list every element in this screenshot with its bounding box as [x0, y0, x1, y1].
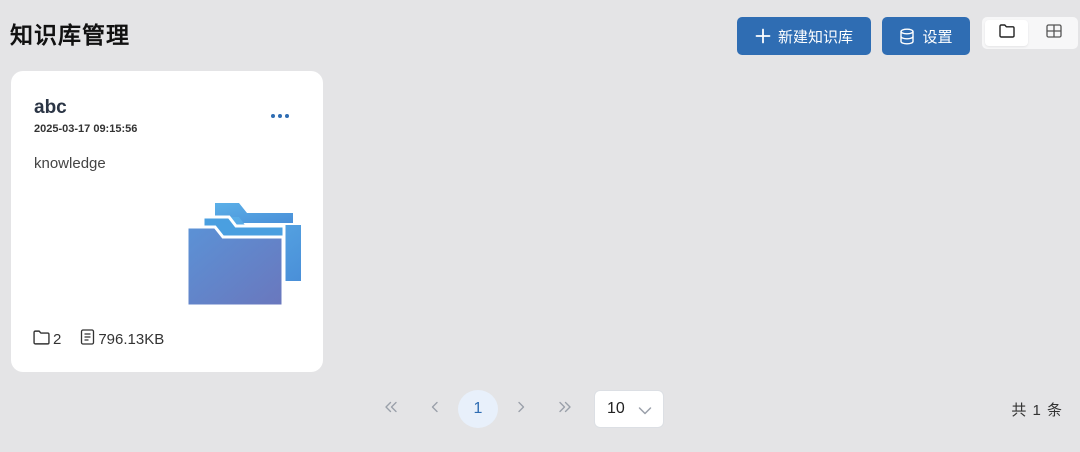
double-chevron-right-icon — [558, 400, 572, 418]
grid-icon — [1045, 23, 1062, 43]
folder-icon — [33, 329, 53, 349]
chevron-down-icon — [638, 403, 652, 421]
database-icon — [899, 28, 915, 45]
knowledge-base-description: knowledge — [34, 155, 106, 172]
knowledge-base-created-time: 2025-03-17 09:15:56 — [34, 123, 138, 135]
folders-icon — [185, 203, 301, 312]
knowledge-base-name: abc — [34, 97, 67, 118]
page-size-select[interactable]: 10 — [594, 390, 664, 428]
last-page-button[interactable] — [552, 390, 578, 428]
total-count: 共 1 条 — [1011, 401, 1063, 419]
chevron-right-icon — [517, 400, 525, 418]
more-icon[interactable] — [267, 107, 293, 125]
prev-page-button[interactable] — [424, 390, 446, 428]
first-page-button[interactable] — [378, 390, 404, 428]
next-page-button[interactable] — [510, 390, 532, 428]
chevron-left-icon — [431, 400, 439, 418]
knowledge-base-page: 知识库管理 新建知识库 设置 abc 2025-03-17 09:15:56 k… — [0, 0, 1080, 452]
page-size-value: 10 — [607, 400, 625, 417]
grid-view-button[interactable] — [1032, 20, 1075, 46]
folder-view-button[interactable] — [985, 20, 1028, 46]
double-chevron-left-icon — [384, 400, 398, 418]
storage-size: 796.13KB — [98, 330, 165, 348]
knowledge-base-stats: 2 796.13KB — [33, 329, 164, 349]
new-knowledge-base-button[interactable]: 新建知识库 — [737, 17, 871, 55]
file-count-stat: 2 — [33, 329, 62, 349]
pagination: 1 10 共 1 条 — [0, 390, 1080, 428]
settings-label: 设置 — [922, 28, 953, 46]
knowledge-base-card[interactable]: abc 2025-03-17 09:15:56 knowledge 2 796.… — [11, 71, 323, 372]
page-number-button[interactable]: 1 — [458, 390, 498, 428]
view-mode-toggle — [982, 17, 1078, 49]
size-stat: 796.13KB — [80, 329, 164, 349]
folder-icon — [998, 23, 1015, 43]
page-title: 知识库管理 — [10, 22, 130, 48]
settings-button[interactable]: 设置 — [882, 17, 970, 55]
document-icon — [80, 329, 98, 349]
file-count: 2 — [53, 330, 62, 348]
new-knowledge-base-label: 新建知识库 — [777, 28, 853, 46]
plus-icon — [755, 28, 771, 44]
